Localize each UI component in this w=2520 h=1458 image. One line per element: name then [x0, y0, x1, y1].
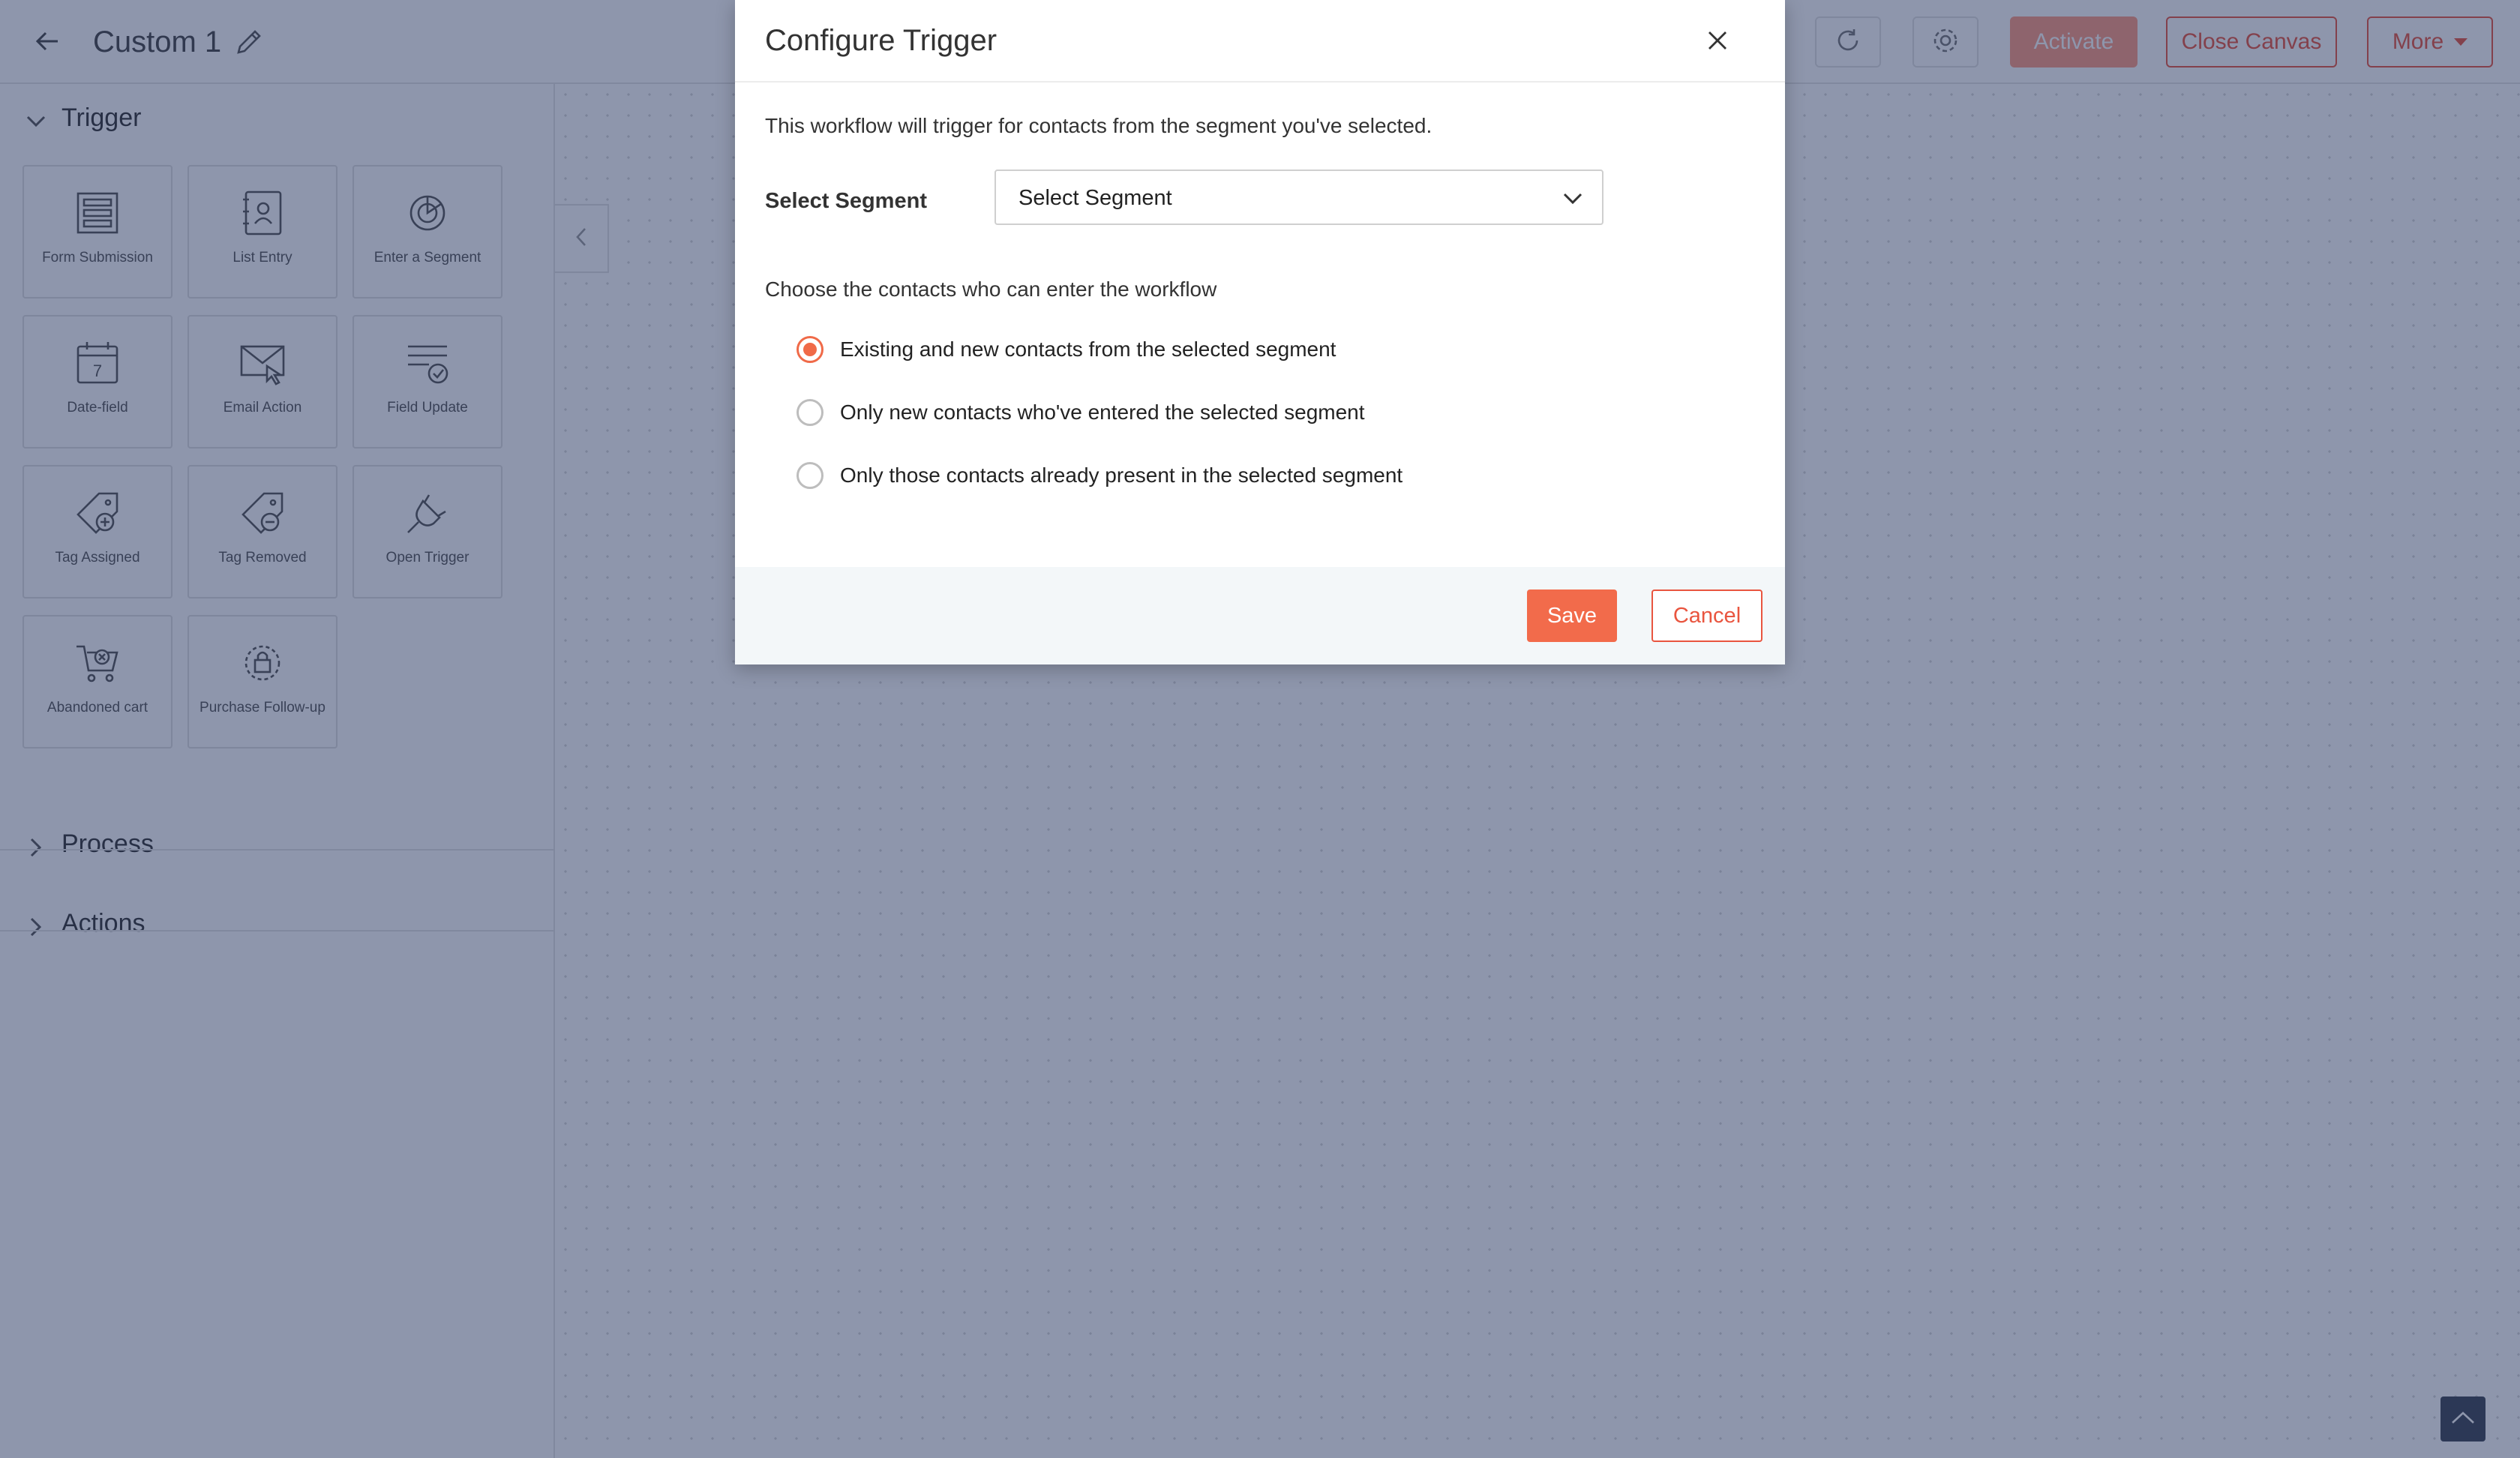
dialog-header: Configure Trigger: [735, 0, 1785, 82]
radio-button[interactable]: [796, 462, 824, 489]
segment-select-value: Select Segment: [1018, 186, 1172, 210]
radio-option-only-new[interactable]: Only new contacts who've entered the sel…: [796, 396, 1365, 429]
dialog-description: This workflow will trigger for contacts …: [765, 114, 1432, 137]
chevron-down-icon: [1562, 188, 1584, 210]
contacts-choice-label: Choose the contacts who can enter the wo…: [765, 278, 1217, 301]
select-segment-label: Select Segment: [765, 189, 927, 213]
radio-label: Only those contacts already present in t…: [840, 464, 1403, 487]
dialog-title: Configure Trigger: [765, 24, 998, 57]
radio-option-already-present[interactable]: Only those contacts already present in t…: [796, 459, 1402, 492]
cancel-button[interactable]: Cancel: [1652, 590, 1762, 642]
radio-button[interactable]: [796, 399, 824, 426]
segment-select[interactable]: Select Segment: [994, 170, 1604, 225]
radio-option-existing-and-new[interactable]: Existing and new contacts from the selec…: [796, 333, 1336, 366]
radio-button[interactable]: [796, 336, 824, 363]
radio-label: Only new contacts who've entered the sel…: [840, 400, 1365, 424]
dialog-footer: [735, 567, 1785, 664]
configure-trigger-dialog: Configure Trigger This workflow will tri…: [735, 0, 1785, 664]
close-icon[interactable]: [1702, 26, 1732, 56]
radio-label: Existing and new contacts from the selec…: [840, 338, 1336, 361]
save-button[interactable]: Save: [1527, 590, 1617, 642]
